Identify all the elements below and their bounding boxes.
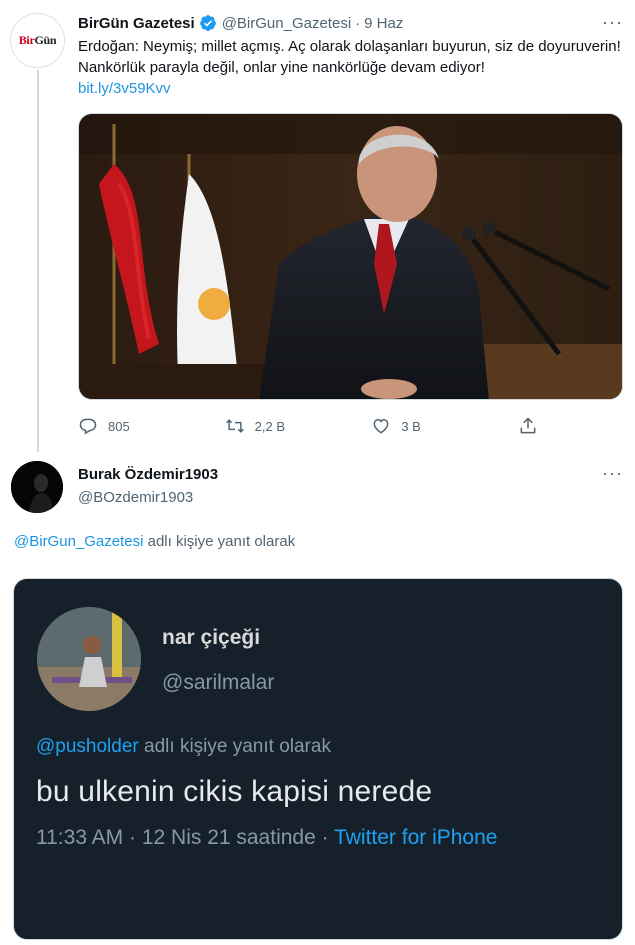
embedded-avatar-image xyxy=(37,607,141,711)
reply-suffix: adlı kişiye yanıt olarak xyxy=(143,533,296,550)
tweet-body: Erdoğan: Neymiş; millet açmış. Aç olarak… xyxy=(78,38,621,76)
retweet-button[interactable]: 2,2 B xyxy=(225,416,372,436)
tweet-text: Erdoğan: Neymiş; millet açmış. Aç olarak… xyxy=(78,36,623,99)
verified-badge-icon xyxy=(199,15,216,31)
author-handle[interactable]: @BirGun_Gazetesi xyxy=(222,15,351,32)
reply-button[interactable]: 805 xyxy=(78,416,225,436)
tweet-photo[interactable] xyxy=(78,113,623,400)
replying-to: @BirGun_Gazetesi adlı kişiye yanıt olara… xyxy=(14,533,295,550)
like-button[interactable]: 3 B xyxy=(371,416,518,436)
photo-speaker-at-podium xyxy=(79,114,622,399)
embedded-avatar xyxy=(37,607,141,711)
more-icon[interactable]: ··· xyxy=(602,463,623,484)
reply-icon xyxy=(79,418,97,435)
embedded-tweet-text: bu ulkenin cikis kapisi nerede xyxy=(36,775,433,808)
retweet-count: 2,2 B xyxy=(254,418,286,434)
avatar-burak[interactable] xyxy=(11,461,63,513)
embedded-replying-to: @pusholder adlı kişiye yanıt olarak xyxy=(36,736,331,758)
embedded-source: Twitter for iPhone xyxy=(334,826,498,849)
tweet-link[interactable]: bit.ly/3v59Kvv xyxy=(78,80,171,97)
avatar-silhouette xyxy=(11,461,63,513)
tweet-photo-screenshot[interactable]: nar çiçeği @sarilmalar @pusholder adlı k… xyxy=(13,578,623,940)
author-name[interactable]: Burak Özdemir1903 xyxy=(78,466,218,483)
more-icon[interactable]: ··· xyxy=(602,12,623,33)
share-icon xyxy=(520,417,536,434)
tweet-header: BirGün Gazetesi @BirGun_Gazetesi · 9 Haz… xyxy=(78,12,623,34)
birgun-logo: BirGün xyxy=(18,33,57,47)
embedded-reply-suffix: adlı kişiye yanıt olarak xyxy=(138,736,331,757)
tweet-date[interactable]: 9 Haz xyxy=(364,15,403,32)
tweet-actions: 805 2,2 B 3 B xyxy=(78,414,548,438)
reply-mention-link[interactable]: @BirGun_Gazetesi xyxy=(14,533,143,550)
author-name[interactable]: BirGün Gazetesi xyxy=(78,15,195,32)
embedded-reply-mention: @pusholder xyxy=(36,736,139,757)
thread-connector-line xyxy=(37,70,39,452)
embedded-author-handle: @sarilmalar xyxy=(162,671,275,694)
separator-dot: · xyxy=(355,14,361,32)
reply-count: 805 xyxy=(108,418,130,434)
retweet-icon xyxy=(225,419,244,433)
share-button[interactable] xyxy=(518,416,548,436)
like-count: 3 B xyxy=(401,418,421,434)
author-handle[interactable]: @BOzdemir1903 xyxy=(78,489,193,506)
avatar-birgun[interactable]: BirGün xyxy=(10,13,65,68)
like-icon xyxy=(373,418,389,434)
embedded-timestamp: 11:33 AM · 12 Nis 21 saatinde · xyxy=(36,826,335,849)
embedded-tweet-meta: 11:33 AM · 12 Nis 21 saatinde · Twitter … xyxy=(36,826,497,850)
embedded-author-name: nar çiçeği xyxy=(162,626,261,649)
